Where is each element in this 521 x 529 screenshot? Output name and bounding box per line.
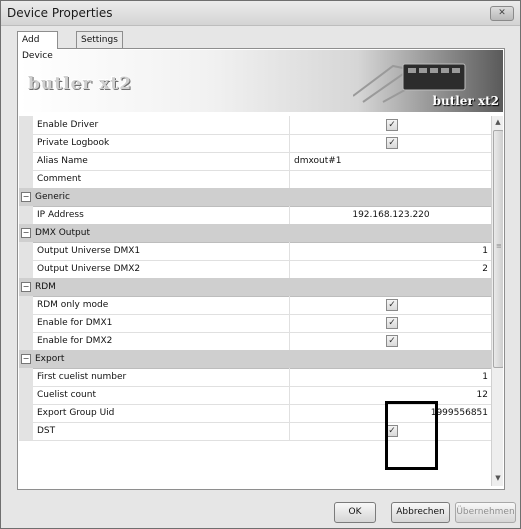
scroll-down-icon[interactable]: ▼ [492, 472, 503, 484]
row-gutter [19, 422, 33, 440]
property-name: Enable Driver [33, 116, 290, 134]
property-group-row[interactable]: − Generic [19, 188, 491, 207]
scroll-up-icon[interactable]: ▲ [492, 116, 503, 128]
row-gutter [19, 296, 33, 314]
group-label: Export [35, 354, 65, 364]
row-gutter: − [19, 278, 33, 296]
property-name: Comment [33, 170, 290, 188]
row-gutter [19, 314, 33, 332]
group-label: DMX Output [35, 228, 90, 238]
property-value[interactable]: 192.168.123.220 [291, 206, 491, 224]
row-gutter: − [19, 350, 33, 368]
property-name: Cuelist count [33, 386, 290, 404]
close-icon: ✕ [498, 8, 506, 18]
apply-button[interactable]: Übernehmen [455, 502, 516, 523]
row-gutter: − [19, 188, 33, 206]
scroll-thumb[interactable]: ≡ [493, 130, 503, 368]
group-label: Generic [35, 192, 70, 202]
property-name: Output Universe DMX2 [33, 260, 290, 278]
brand-logo-left: butler xt2 [28, 74, 133, 94]
property-name: First cuelist number [33, 368, 290, 386]
row-gutter [19, 332, 33, 350]
property-name: Output Universe DMX1 [33, 242, 290, 260]
collapse-icon[interactable]: − [21, 192, 31, 202]
close-button[interactable]: ✕ [490, 6, 514, 21]
property-value[interactable]: 1 [291, 368, 491, 386]
property-group-row[interactable]: − DMX Output [19, 224, 491, 243]
tab-add-device[interactable]: Add Device [17, 31, 58, 61]
row-gutter [19, 404, 33, 422]
property-value[interactable]: dmxout#1 [291, 152, 491, 170]
property-name: DST [33, 422, 290, 440]
property-name: Export Group Uid [33, 404, 290, 422]
property-row[interactable]: Output Universe DMX2 2 [19, 260, 491, 279]
property-value: ✓ [291, 116, 491, 134]
row-gutter [19, 134, 33, 152]
row-gutter [19, 368, 33, 386]
property-value[interactable] [291, 170, 491, 188]
property-grid: Enable Driver ✓ Private Logbook ✓ Alias Name… [19, 116, 503, 486]
collapse-icon[interactable]: − [21, 282, 31, 292]
property-value: ✓ [291, 296, 491, 314]
row-gutter [19, 206, 33, 224]
grip-icon: ≡ [496, 242, 502, 250]
property-row[interactable]: Private Logbook ✓ [19, 134, 491, 153]
property-value[interactable]: 1 [291, 242, 491, 260]
checkbox[interactable]: ✓ [386, 335, 398, 347]
property-name: Enable for DMX1 [33, 314, 290, 332]
property-name: IP Address [33, 206, 290, 224]
product-banner: butler xt2 butler xt2 [19, 50, 503, 112]
property-row[interactable]: Enable Driver ✓ [19, 116, 491, 135]
property-row[interactable]: Enable for DMX2 ✓ [19, 332, 491, 351]
checkbox[interactable]: ✓ [386, 317, 398, 329]
property-group-row[interactable]: − RDM [19, 278, 491, 297]
group-label: RDM [35, 282, 56, 292]
checkbox[interactable]: ✓ [386, 119, 398, 131]
property-value: ✓ [291, 332, 491, 350]
property-group-row[interactable]: − Export [19, 350, 491, 369]
property-row[interactable]: First cuelist number 1 [19, 368, 491, 387]
property-value: ✓ [291, 314, 491, 332]
property-name: Private Logbook [33, 134, 290, 152]
cancel-button[interactable]: Abbrechen [391, 502, 450, 523]
collapse-icon[interactable]: − [21, 228, 31, 238]
property-row[interactable]: Enable for DMX1 ✓ [19, 314, 491, 333]
property-value[interactable]: 2 [291, 260, 491, 278]
row-gutter [19, 170, 33, 188]
row-gutter: − [19, 224, 33, 242]
row-gutter [19, 242, 33, 260]
tab-settings[interactable]: Settings [76, 31, 123, 48]
property-row[interactable]: RDM only mode ✓ [19, 296, 491, 315]
checkbox[interactable]: ✓ [386, 299, 398, 311]
row-gutter [19, 116, 33, 134]
property-value: ✓ [291, 134, 491, 152]
rdm-highlight-box [385, 401, 438, 470]
add-device-panel: butler xt2 butler xt2 Enable Driver ✓ Priv… [17, 48, 505, 490]
checkbox[interactable]: ✓ [386, 137, 398, 149]
window-title: Device Properties [7, 6, 113, 20]
property-row[interactable]: IP Address 192.168.123.220 [19, 206, 491, 225]
property-row[interactable]: Comment [19, 170, 491, 189]
vertical-scrollbar[interactable]: ▲ ≡ ▼ [491, 116, 503, 486]
row-gutter [19, 386, 33, 404]
property-row[interactable]: Alias Name dmxout#1 [19, 152, 491, 171]
property-name: Enable for DMX2 [33, 332, 290, 350]
property-name: RDM only mode [33, 296, 290, 314]
property-row[interactable]: Output Universe DMX1 1 [19, 242, 491, 261]
brand-logo-right: butler xt2 [432, 94, 499, 108]
device-properties-window: Device Properties ✕ Add Device Settings … [0, 0, 521, 529]
title-bar: Device Properties ✕ [1, 1, 520, 26]
property-name: Alias Name [33, 152, 290, 170]
collapse-icon[interactable]: − [21, 354, 31, 364]
row-gutter [19, 260, 33, 278]
ok-button[interactable]: OK [334, 502, 376, 523]
row-gutter [19, 152, 33, 170]
